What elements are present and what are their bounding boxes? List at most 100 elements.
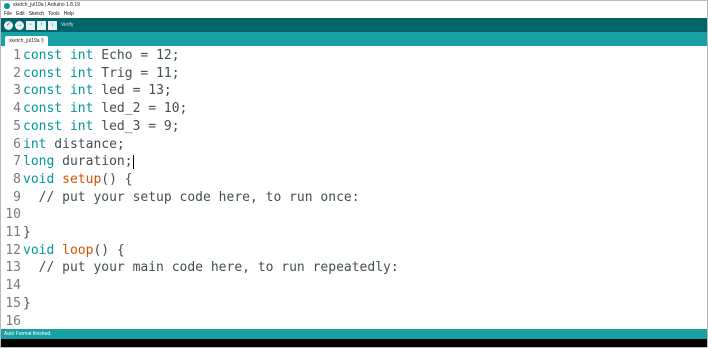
line-code: const int led_3 = 9; bbox=[23, 118, 180, 136]
code-token: int bbox=[23, 136, 47, 152]
code-token: led = 13; bbox=[93, 83, 172, 99]
line-code: const int led_2 = 10; bbox=[23, 100, 187, 118]
code-line: 3 const int led = 13; bbox=[1, 82, 707, 100]
title-bar: sketch_jul19a | Arduino 1.8.19 bbox=[1, 1, 707, 10]
code-line: 15} bbox=[1, 295, 707, 313]
code-line: 10 bbox=[1, 206, 707, 224]
code-line: 4 const int led_2 = 10; bbox=[1, 100, 707, 118]
open-arrow-up-icon: ↑ bbox=[40, 21, 43, 28]
code-token: } bbox=[23, 225, 31, 240]
code-line: 14 bbox=[1, 277, 707, 295]
menu-file[interactable]: File bbox=[4, 10, 12, 18]
line-number: 10 bbox=[5, 207, 21, 223]
code-token: led_3 = 9; bbox=[93, 118, 180, 134]
code-line: 12 void loop() { bbox=[1, 242, 707, 260]
arrow-right-icon: → bbox=[16, 21, 23, 28]
menu-edit[interactable]: Edit bbox=[16, 10, 25, 18]
code-line: 8 void setup() { bbox=[1, 171, 707, 189]
line-number: 1 bbox=[13, 48, 21, 63]
line-number: 16 bbox=[5, 313, 21, 329]
window-title: sketch_jul19a | Arduino 1.8.19 bbox=[13, 2, 80, 8]
code-token: const int bbox=[23, 48, 94, 63]
code-line: 16 bbox=[1, 313, 707, 330]
line-code: // put your main code here, to run repea… bbox=[23, 259, 399, 277]
arduino-ide-window: sketch_jul19a | Arduino 1.8.19 File Edit… bbox=[0, 0, 708, 348]
code-line: 5 const int led_3 = 9; bbox=[1, 118, 707, 136]
code-token: const int bbox=[23, 83, 94, 99]
code-editor[interactable]: 1 const int Echo = 12; 2 const int Trig = 1… bbox=[1, 46, 707, 329]
line-code: // put your setup code here, to run once… bbox=[23, 189, 360, 207]
text-cursor bbox=[132, 154, 134, 169]
code-line: 1 const int Echo = 12; bbox=[1, 47, 707, 65]
status-message: Auto Format finished. bbox=[4, 331, 52, 337]
line-code: int distance; bbox=[23, 136, 125, 154]
code-token: void bbox=[23, 242, 55, 258]
line-number: 9 bbox=[13, 189, 21, 205]
code-token: led_2 = 10; bbox=[93, 101, 188, 117]
code-token: Trig = 11; bbox=[93, 65, 180, 81]
code-line: 7 long duration; bbox=[1, 153, 707, 171]
code-token: () { bbox=[93, 242, 125, 258]
code-token: distance; bbox=[46, 136, 125, 152]
tab-sketch[interactable]: sketch_jul19a § bbox=[5, 36, 48, 46]
line-number: 13 bbox=[5, 260, 21, 276]
code-token: long bbox=[23, 154, 55, 170]
line-number: 2 bbox=[13, 65, 21, 81]
line-number: 12 bbox=[5, 242, 21, 258]
code-token: const int bbox=[23, 118, 94, 134]
line-number: 11 bbox=[5, 225, 21, 240]
line-code: void setup() { bbox=[23, 171, 133, 189]
code-line: 11} bbox=[1, 224, 707, 242]
toolbar: ✓ → ▫ ↑ ↓ Verify bbox=[1, 18, 707, 32]
line-number: 8 bbox=[13, 171, 21, 187]
code-token: } bbox=[23, 295, 31, 311]
line-code: const int Echo = 12; bbox=[23, 47, 180, 65]
code-token: const int bbox=[23, 101, 94, 117]
save-sketch-button[interactable]: ↓ bbox=[48, 20, 57, 30]
line-code: void loop() { bbox=[23, 242, 125, 260]
menu-bar: File Edit Sketch Tools Help bbox=[1, 10, 707, 18]
tab-strip: sketch_jul19a § bbox=[1, 32, 707, 46]
code-line: 2 const int Trig = 11; bbox=[1, 65, 707, 83]
line-number: 14 bbox=[5, 278, 21, 294]
line-number: 3 bbox=[13, 83, 21, 99]
line-code: } bbox=[23, 295, 31, 313]
code-token: void bbox=[23, 171, 55, 187]
code-token: () { bbox=[101, 171, 133, 187]
code-token: // put your setup code here, to run once… bbox=[23, 189, 360, 205]
code-line: 6 int distance; bbox=[1, 136, 707, 154]
line-code: const int Trig = 11; bbox=[23, 65, 180, 83]
line-number: 6 bbox=[13, 136, 21, 152]
code-token: Echo = 12; bbox=[93, 48, 180, 63]
code-token: setup bbox=[62, 171, 102, 187]
code-line: 9 // put your setup code here, to run on… bbox=[1, 189, 707, 207]
line-code: } bbox=[23, 224, 31, 242]
save-arrow-down-icon: ↓ bbox=[51, 21, 54, 28]
line-number: 15 bbox=[5, 295, 21, 311]
code-token: duration; bbox=[54, 154, 133, 170]
check-icon: ✓ bbox=[5, 21, 12, 28]
new-sketch-button[interactable]: ▫ bbox=[26, 20, 35, 30]
menu-help[interactable]: Help bbox=[64, 10, 74, 18]
code-token: loop bbox=[62, 242, 94, 258]
open-sketch-button[interactable]: ↑ bbox=[37, 20, 46, 30]
line-number: 5 bbox=[13, 118, 21, 134]
menu-tools[interactable]: Tools bbox=[48, 10, 60, 18]
arduino-app-icon bbox=[4, 2, 10, 9]
toolbar-hover-label: Verify bbox=[61, 22, 74, 28]
menu-sketch[interactable]: Sketch bbox=[29, 10, 44, 18]
line-number: 7 bbox=[13, 154, 21, 170]
status-bar: Auto Format finished. bbox=[1, 329, 707, 339]
line-code: long duration; bbox=[23, 153, 134, 171]
code-token: const int bbox=[23, 65, 94, 81]
line-number: 4 bbox=[13, 101, 21, 117]
upload-button[interactable]: → bbox=[15, 20, 24, 30]
code-line: 13 // put your main code here, to run re… bbox=[1, 259, 707, 277]
code-token: // put your main code here, to run repea… bbox=[23, 260, 399, 276]
console-output bbox=[1, 339, 707, 347]
verify-button[interactable]: ✓ bbox=[4, 20, 13, 30]
new-file-icon: ▫ bbox=[29, 21, 32, 28]
line-code: const int led = 13; bbox=[23, 82, 172, 100]
